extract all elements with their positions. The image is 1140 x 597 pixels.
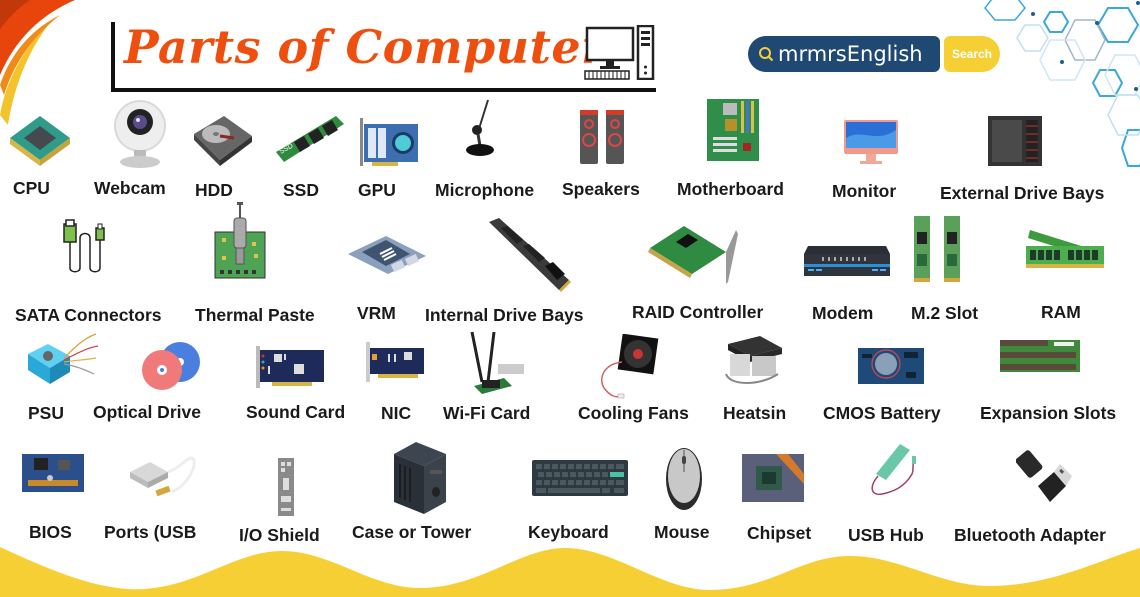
brand-search-bar[interactable]: mrmrsEnglish xyxy=(748,36,940,72)
gpu-icon xyxy=(360,118,418,166)
part-label: SATA Connectors xyxy=(15,305,162,325)
speakers-icon xyxy=(580,110,624,164)
sound-card-icon xyxy=(256,346,324,388)
part-label: Cooling Fans xyxy=(578,403,689,423)
part-label: Motherboard xyxy=(677,179,784,199)
part-label: GPU xyxy=(358,180,396,200)
part-label: SSD xyxy=(283,180,319,200)
part-label: HDD xyxy=(195,180,233,200)
keyboard-icon xyxy=(532,460,628,496)
part-label: Ports (USB xyxy=(104,522,197,542)
mouse-icon xyxy=(666,448,702,510)
part-label: CMOS Battery xyxy=(823,403,941,423)
heatsink-icon xyxy=(725,336,782,384)
raid-controller-icon xyxy=(648,226,738,284)
modem-icon xyxy=(804,246,890,276)
part-label: Microphone xyxy=(435,180,535,200)
case-tower-icon xyxy=(394,442,446,514)
external-drive-bays-icon xyxy=(988,116,1042,166)
bios-icon xyxy=(22,454,84,492)
part-label: PSU xyxy=(28,403,64,423)
page-title: Parts of Computer xyxy=(124,20,606,74)
nic-icon xyxy=(366,342,424,382)
part-label: Expansion Slots xyxy=(980,403,1117,423)
monitor-icon xyxy=(844,120,898,164)
optical-drive-icon xyxy=(142,342,200,390)
part-label: Wi-Fi Card xyxy=(443,403,531,423)
part-label: I/O Shield xyxy=(239,525,320,545)
motherboard-icon xyxy=(707,99,759,161)
part-label: Bluetooth Adapter xyxy=(954,525,1106,545)
microphone-icon xyxy=(466,99,494,156)
part-label: Speakers xyxy=(562,179,640,199)
m2-slot-icon xyxy=(914,216,960,282)
part-label: M.2 Slot xyxy=(911,303,979,323)
internal-drive-bays-icon xyxy=(489,218,571,292)
part-label: Heatsin xyxy=(723,403,787,423)
psu-icon xyxy=(28,333,99,384)
part-label: Modem xyxy=(812,303,874,323)
part-label: USB Hub xyxy=(848,525,924,545)
webcam-icon xyxy=(114,100,166,168)
search-button[interactable]: Search xyxy=(944,36,1000,72)
part-label: RAID Controller xyxy=(632,302,764,322)
part-label: Sound Card xyxy=(246,402,346,422)
part-label: RAM xyxy=(1041,302,1081,322)
part-label: NIC xyxy=(381,403,412,423)
part-label: Thermal Paste xyxy=(195,305,315,325)
part-label: Optical Drive xyxy=(93,402,201,422)
cooling-fans-icon xyxy=(601,334,659,399)
brand-name: mrmrsEnglish xyxy=(778,42,923,66)
part-label: BIOS xyxy=(29,522,72,542)
thermal-paste-icon xyxy=(214,202,266,279)
search-icon xyxy=(759,47,774,62)
part-label: Case or Tower xyxy=(352,522,472,542)
part-label: Keyboard xyxy=(528,522,609,542)
cmos-battery-icon xyxy=(858,348,924,384)
part-label: VRM xyxy=(357,303,396,323)
wifi-card-icon xyxy=(470,331,524,394)
part-label: Internal Drive Bays xyxy=(425,305,584,325)
desktop-computer-icon xyxy=(584,25,655,80)
part-label: Webcam xyxy=(94,178,166,198)
part-label: Chipset xyxy=(747,523,812,543)
part-label: CPU xyxy=(13,178,50,198)
cpu-icon xyxy=(10,116,70,166)
expansion-slots-icon xyxy=(1000,340,1080,372)
usb-ports-icon xyxy=(130,456,196,497)
part-label: Mouse xyxy=(654,522,710,542)
hdd-icon xyxy=(194,116,252,166)
ram-icon xyxy=(1026,230,1104,268)
vrm-icon xyxy=(348,236,426,274)
ssd-icon: SSD xyxy=(276,116,344,162)
chipset-icon xyxy=(742,454,804,502)
part-label: Monitor xyxy=(832,181,897,201)
usb-hub-icon xyxy=(871,444,916,496)
part-label: External Drive Bays xyxy=(940,183,1105,203)
bluetooth-adapter-icon xyxy=(1016,450,1072,502)
io-shield-icon xyxy=(278,458,294,516)
sata-connectors-icon xyxy=(63,219,105,273)
